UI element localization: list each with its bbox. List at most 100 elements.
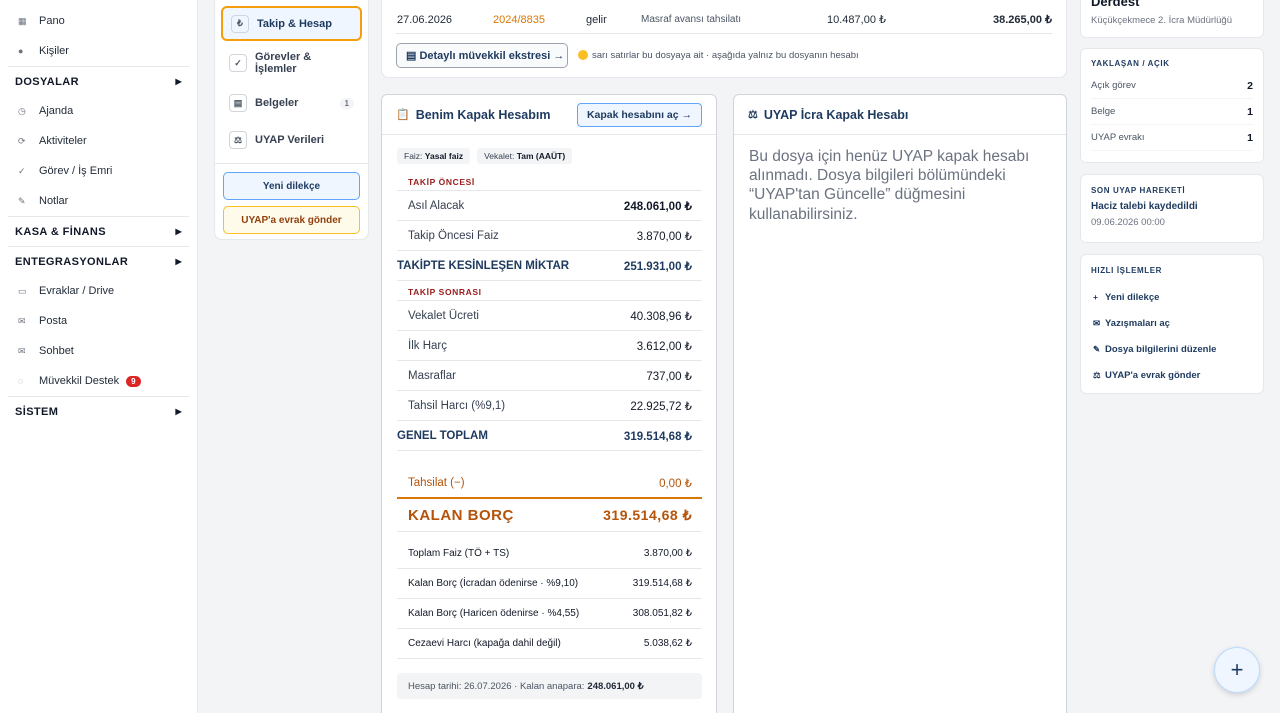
section-label: DOSYALAR xyxy=(15,75,79,88)
grid-icon: ▦ xyxy=(18,15,27,26)
panel-title: Benim Kapak Hesabım xyxy=(415,107,551,122)
mail-icon: ✉ xyxy=(1093,317,1101,328)
client-statement-button[interactable]: ▤ Detaylı müvekkil ekstresi → xyxy=(396,43,568,68)
legend-note-text: sarı satırlar bu dosyaya ait · aşağıda y… xyxy=(592,50,859,61)
ledger-strip: 27.06.2026 2024/8835 gelir Masraf avansı… xyxy=(381,0,1067,78)
legend-note: sarı satırlar bu dosyaya ait · aşağıda y… xyxy=(578,50,859,61)
section-label-post: TAKİP SONRASI xyxy=(397,287,702,301)
uyap-docs-row[interactable]: UYAP evrakı 1 xyxy=(1091,125,1253,151)
subnav-uyap-verileri[interactable]: ⚖ UYAP Verileri xyxy=(221,121,362,159)
sidebar-item-evraklar[interactable]: ▭ Evraklar / Drive xyxy=(0,276,197,306)
row-value: 3.870,00 ₺ xyxy=(643,548,692,559)
kv-value: 1 xyxy=(1247,131,1253,144)
calc-row: Kalan Borç (Haricen ödenirse · %4,55) 308… xyxy=(397,599,702,629)
subnav-label: Görevler & İşlemler xyxy=(255,50,312,75)
sidebar-section-sistem[interactable]: SİSTEM ▶ xyxy=(8,396,189,426)
calc-row: Tahsil Harcı (%9,1) 22.925,72 ₺ xyxy=(397,391,702,421)
row-label: Tahsil Harcı (%9,1) xyxy=(408,399,506,412)
open-cover-calc-button[interactable]: Kapak hesabını aç → xyxy=(576,102,702,127)
attorney-fee-chip[interactable]: Vekalet: Tam (AAÜT) xyxy=(477,148,573,164)
row-label: İlk Harç xyxy=(408,339,447,352)
scales-icon: ⚖ xyxy=(1093,369,1101,380)
scales-icon: ⚖ xyxy=(229,131,247,149)
sidebar-item-gorev[interactable]: ✓ Görev / İş Emri xyxy=(0,156,197,186)
documents-row[interactable]: Belge 1 xyxy=(1091,99,1253,125)
chip-label: Faiz: xyxy=(404,151,423,161)
ledger-row[interactable]: 27.06.2026 2024/8835 gelir Masraf avansı… xyxy=(396,6,1052,34)
empty-state-message: Bu dosya için henüz UYAP kapak hesabı al… xyxy=(749,148,1030,223)
panel-header: 📋 Benim Kapak Hesabım Kapak hesabını aç … xyxy=(382,95,716,135)
calc-row: İlk Harç 3.612,00 ₺ xyxy=(397,331,702,361)
add-fab-button[interactable]: + xyxy=(1214,647,1260,693)
row-value: 5.038,62 ₺ xyxy=(643,638,692,649)
subnav-belgeler[interactable]: ▤ Belgeler 1 xyxy=(221,85,362,121)
last-uyap-card: SON UYAP HAREKETİ Haciz talebi kaydedild… xyxy=(1080,174,1264,243)
scales-icon: ⚖ xyxy=(748,109,758,121)
check-icon: ✓ xyxy=(229,54,247,72)
row-label: TAKİPTE KESİNLEŞEN MİKTAR xyxy=(397,259,570,272)
sidebar-item-label: Görev / İş Emri xyxy=(39,165,113,177)
row-value: 308.051,82 ₺ xyxy=(632,608,692,619)
sidebar-item-posta[interactable]: ✉ Posta xyxy=(0,306,197,336)
clipboard-icon: 📋 xyxy=(396,109,410,121)
row-label: Toplam Faiz (TÖ + TS) xyxy=(408,548,510,559)
subnav-gorevler[interactable]: ✓ Görevler & İşlemler xyxy=(221,41,362,85)
subnav-takip-hesap[interactable]: ₺ Takip & Hesap xyxy=(221,6,362,41)
open-tasks-row[interactable]: Açık görev 2 xyxy=(1091,73,1253,99)
sidebar-item-notlar[interactable]: ✎ Notlar xyxy=(0,186,197,216)
calc-table: TAKİP ÖNCESİ Asıl Alacak 248.061,00 ₺ Tak… xyxy=(397,177,702,451)
activity-icon: ⟳ xyxy=(18,135,26,146)
row-value: 319.514,68 ₺ xyxy=(632,578,692,589)
count-badge: 1 xyxy=(339,97,354,109)
quick-edit-file[interactable]: ✎ Dosya bilgilerini düzenle xyxy=(1091,336,1253,362)
sidebar-item-label: Notlar xyxy=(39,195,69,207)
calc-row-total: GENEL TOPLAM 319.514,68 ₺ xyxy=(397,421,702,451)
row-label: KALAN BORÇ xyxy=(408,506,514,524)
collection-row: Tahsilat (−) 0,00 ₺ xyxy=(397,469,702,499)
last-event-date: 09.06.2026 00:00 xyxy=(1091,217,1165,228)
divider xyxy=(215,163,368,164)
subnav-label: UYAP Verileri xyxy=(255,134,325,146)
calc-row-total: TAKİPTE KESİNLEŞEN MİKTAR 251.931,00 ₺ xyxy=(397,251,702,281)
card-label: SON UYAP HAREKETİ xyxy=(1091,186,1186,195)
calc-row: Cezaevi Harcı (kapağa dahil değil) 5.038,… xyxy=(397,629,702,659)
section-label: KASA & FİNANS xyxy=(15,225,106,238)
sidebar-item-label: Kişiler xyxy=(39,45,69,57)
row-value: 737,00 ₺ xyxy=(646,370,692,383)
sidebar-item-sohbet[interactable]: ✉ Sohbet xyxy=(0,336,197,366)
row-label: Cezaevi Harcı (kapağa dahil değil) xyxy=(408,638,561,649)
quick-label: Yeni dilekçe xyxy=(1105,291,1160,303)
person-icon: ● xyxy=(18,46,24,56)
quick-new-petition[interactable]: + Yeni dilekçe xyxy=(1091,284,1253,310)
calc-row: Toplam Faiz (TÖ + TS) 3.870,00 ₺ xyxy=(397,539,702,569)
kv-label: UYAP evrakı xyxy=(1091,132,1145,143)
chevron-right-icon: ▶ xyxy=(175,227,182,236)
sidebar-item-ajanda[interactable]: ◷ Ajanda xyxy=(0,96,197,126)
row-value: 319.514,68 ₺ xyxy=(603,506,692,523)
sidebar-item-aktiviteler[interactable]: ⟳ Aktiviteler xyxy=(0,126,197,156)
ledger-desc: Masraf avansı tahsilatı xyxy=(641,14,742,25)
file-status: Derdest xyxy=(1091,0,1140,9)
file-subnav: ₺ Takip & Hesap ✓ Görevler & İşlemler ▤ Bel… xyxy=(214,0,369,240)
row-value: 22.925,72 ₺ xyxy=(630,400,692,413)
my-cover-calc-panel: 📋 Benim Kapak Hesabım Kapak hesabını aç … xyxy=(381,94,717,713)
sidebar-item-kisiler[interactable]: ● Kişiler xyxy=(0,36,197,66)
calc-footnote: Hesap tarihi: 26.07.2026 · Kalan anapara… xyxy=(397,673,702,699)
quick-send-uyap[interactable]: ⚖ UYAP'a evrak gönder xyxy=(1091,362,1253,388)
sidebar-item-pano[interactable]: ▦ Pano xyxy=(0,6,197,36)
chat-icon: ✉ xyxy=(18,345,26,356)
sidebar-section-dosyalar[interactable]: DOSYALAR ▶ xyxy=(8,66,189,96)
interest-chip[interactable]: Faiz: Yasal faiz xyxy=(397,148,471,164)
sidebar-section-kasa[interactable]: KASA & FİNANS ▶ xyxy=(8,216,189,246)
row-label: Vekalet Ücreti xyxy=(408,309,479,322)
new-petition-button[interactable]: Yeni dilekçe xyxy=(223,172,360,200)
footnote-value: 248.061,00 ₺ xyxy=(587,680,644,692)
row-label: GENEL TOPLAM xyxy=(397,429,488,442)
ledger-amount: 10.487,00 ₺ xyxy=(827,14,886,26)
calc-row: Asıl Alacak 248.061,00 ₺ xyxy=(397,191,702,221)
send-to-uyap-button[interactable]: UYAP'a evrak gönder xyxy=(223,206,360,234)
sidebar-section-entegrasyonlar[interactable]: ENTEGRASYONLAR ▶ xyxy=(8,246,189,276)
quick-open-correspondence[interactable]: ✉ Yazışmaları aç xyxy=(1091,310,1253,336)
kv-value: 2 xyxy=(1247,79,1253,92)
sidebar-item-muvekkil-destek[interactable]: ◌ Müvekkil Destek 9 xyxy=(0,366,197,396)
